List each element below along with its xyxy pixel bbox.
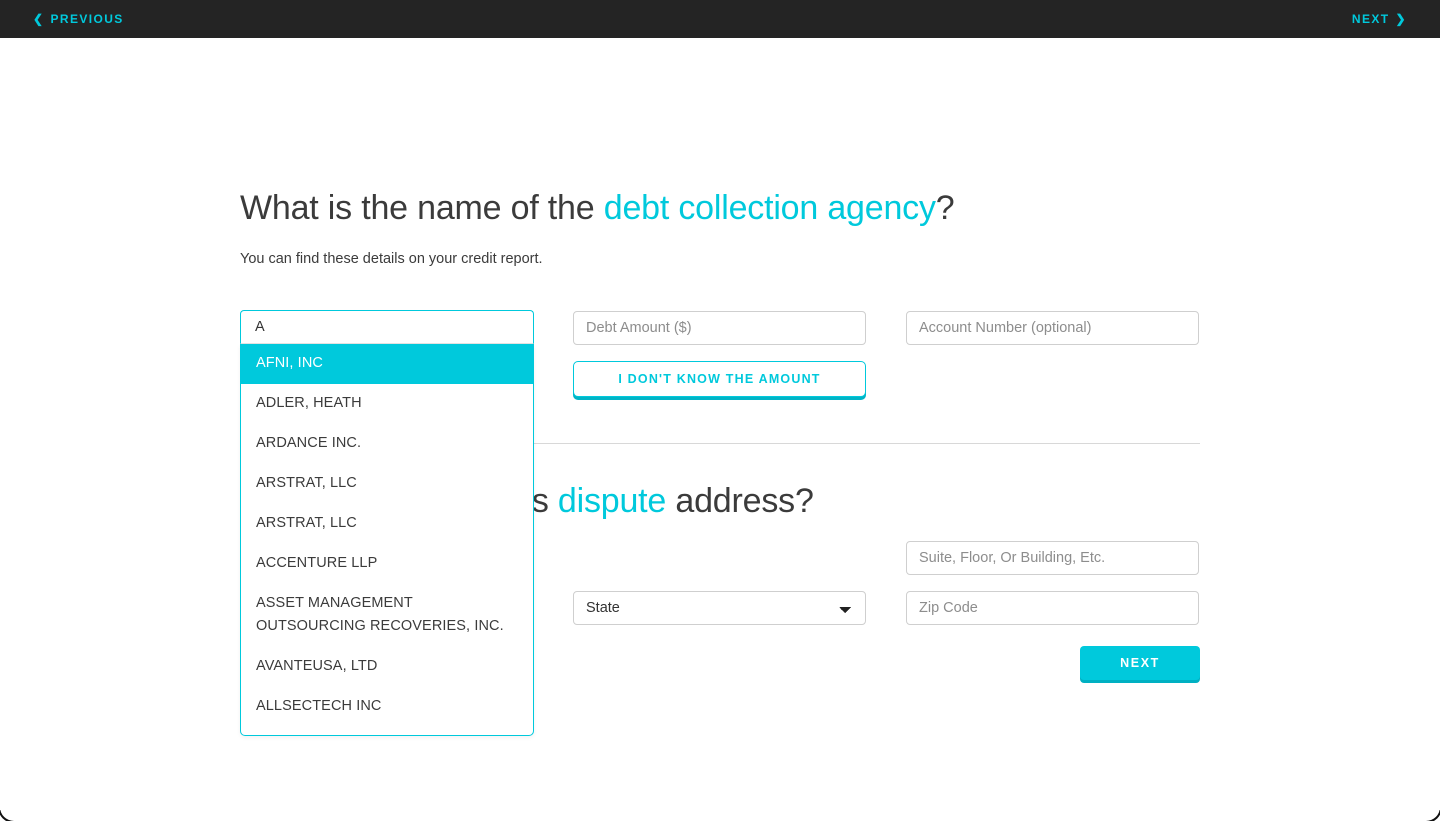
next-top-button-label: NEXT [1351, 12, 1390, 26]
dispute-address-title-accent: dispute [557, 482, 667, 520]
top-navigation-bar: ❮ PREVIOUS NEXT ❯ [0, 0, 1440, 38]
debt-details-row: I DON'T KNOW THE AMOUNT [573, 311, 1199, 397]
next-top-button[interactable]: NEXT ❯ [1352, 12, 1407, 26]
debt-amount-input[interactable] [573, 311, 866, 345]
agency-suggestion-item[interactable]: ASSET MANAGEMENT OUTSOURCING RECOVERIES,… [241, 584, 533, 648]
agency-suggestion-item[interactable]: ARSTRAT, LLC [241, 504, 533, 544]
chevron-left-icon: ❮ [33, 12, 45, 26]
previous-button[interactable]: ❮ PREVIOUS [33, 12, 124, 26]
page-subtitle: You can find these details on your credi… [240, 250, 543, 267]
agency-suggestion-item[interactable]: ALLSECTECH INC [241, 687, 533, 727]
state-select[interactable]: State [573, 591, 866, 625]
page-title-part2: ? [935, 189, 955, 227]
agency-suggestion-item[interactable]: ACCENTURE LLP [241, 544, 533, 584]
agency-suggestion-list[interactable]: AFNI, INC ADLER, HEATH ARDANCE INC. ARSTRAT… [240, 344, 534, 737]
page-title-part1: What is the name of the [240, 189, 604, 227]
page-content: What is the name of the debt collection … [0, 38, 1440, 821]
dispute-address-title-part2: address? [666, 482, 814, 520]
previous-button-label: PREVIOUS [50, 12, 124, 26]
page-title-accent: debt collection agency [603, 189, 936, 227]
dont-know-amount-button[interactable]: I DON'T KNOW THE AMOUNT [573, 361, 866, 397]
account-number-column [906, 311, 1199, 397]
account-number-input[interactable] [906, 311, 1199, 345]
agency-suggestion-item[interactable]: ARSTRAT, LLC [241, 464, 533, 504]
agency-suggestion-item[interactable]: AVANTEUSA, LTD [241, 647, 533, 687]
agency-suggestion-item[interactable]: AFNI, INC [241, 344, 533, 384]
zip-code-input[interactable] [906, 591, 1199, 625]
next-submit-button[interactable]: NEXT [1080, 646, 1200, 680]
agency-name-section: What is the name of the debt collection … [240, 188, 1200, 267]
state-column: State [573, 541, 866, 625]
suite-input[interactable] [906, 541, 1199, 575]
agency-name-input[interactable] [240, 310, 534, 344]
page-title: What is the name of the debt collection … [240, 188, 1200, 229]
agency-autocomplete: AFNI, INCADLER, HEATHARDANCE INC.ARSTRAT… [240, 310, 534, 737]
agency-suggestion-item[interactable]: ARDANCE INC. [241, 424, 533, 464]
agency-suggestion-item[interactable]: ADLER, HEATH [241, 384, 533, 424]
chevron-right-icon: ❯ [1395, 12, 1407, 26]
debt-amount-column: I DON'T KNOW THE AMOUNT [573, 311, 866, 397]
suite-zip-column [906, 541, 1199, 625]
